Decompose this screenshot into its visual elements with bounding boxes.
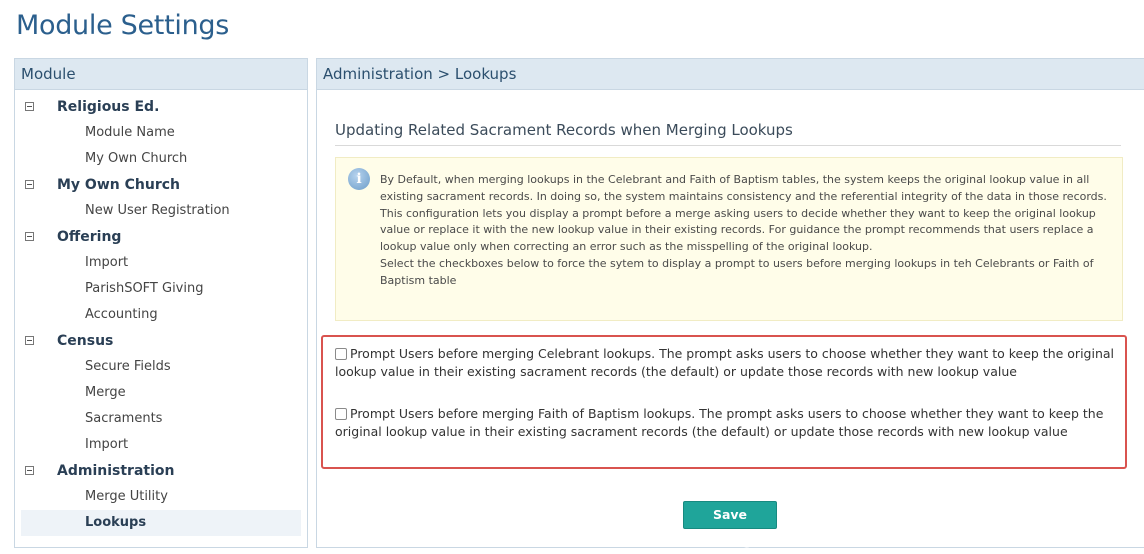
sidebar-item-census-import[interactable]: Import xyxy=(15,432,307,458)
sidebar-item-accounting[interactable]: Accounting xyxy=(15,302,307,328)
info-icon: i xyxy=(348,168,370,190)
sidebar-item-parishsoft-giving[interactable]: ParishSOFT Giving xyxy=(15,276,307,302)
save-settings-button[interactable]: Save Settings xyxy=(683,501,777,548)
divider xyxy=(335,145,1121,146)
faith-of-baptism-option[interactable]: Prompt Users before merging Faith of Bap… xyxy=(335,405,1115,441)
celebrant-checkbox[interactable] xyxy=(335,348,347,360)
sidebar-item-merge[interactable]: Merge xyxy=(15,380,307,406)
module-tree: Religious Ed. Module Name My Own Church … xyxy=(15,90,307,536)
group-administration[interactable]: Administration xyxy=(15,458,307,484)
sidebar-item-secure-fields[interactable]: Secure Fields xyxy=(15,354,307,380)
group-label: Administration xyxy=(57,463,175,479)
info-text: By Default, when merging lookups in the … xyxy=(380,172,1110,290)
group-offering[interactable]: Offering xyxy=(15,224,307,250)
sidebar-item-merge-utility[interactable]: Merge Utility xyxy=(15,484,307,510)
collapse-icon[interactable] xyxy=(25,232,34,241)
group-label: Census xyxy=(57,333,114,349)
group-census[interactable]: Census xyxy=(15,328,307,354)
collapse-icon[interactable] xyxy=(25,180,34,189)
breadcrumb: Administration > Lookups xyxy=(317,59,1144,90)
sidebar-item-my-own-church[interactable]: My Own Church xyxy=(15,146,307,172)
sidebar-item-new-user-registration[interactable]: New User Registration xyxy=(15,198,307,224)
sidebar-item-lookups[interactable]: Lookups xyxy=(21,510,301,536)
faith-of-baptism-option-label: Prompt Users before merging Faith of Bap… xyxy=(335,406,1104,439)
settings-panel: Administration > Lookups Updating Relate… xyxy=(316,58,1144,548)
page-title: Module Settings xyxy=(16,10,230,41)
celebrant-option[interactable]: Prompt Users before merging Celebrant lo… xyxy=(335,345,1115,381)
info-instruction: Select the checkboxes below to force the… xyxy=(380,256,1094,287)
collapse-icon[interactable] xyxy=(25,466,34,475)
section-title: Updating Related Sacrament Records when … xyxy=(335,121,793,139)
sidebar-item-module-name[interactable]: Module Name xyxy=(15,120,307,146)
sidebar-item-import[interactable]: Import xyxy=(15,250,307,276)
collapse-icon[interactable] xyxy=(25,336,34,345)
group-label: My Own Church xyxy=(57,177,180,193)
info-paragraph: By Default, when merging lookups in the … xyxy=(380,173,1107,254)
module-sidebar: Module Religious Ed. Module Name My Own … xyxy=(14,58,308,548)
group-religious-ed[interactable]: Religious Ed. xyxy=(15,94,307,120)
celebrant-option-label: Prompt Users before merging Celebrant lo… xyxy=(335,346,1115,379)
collapse-icon[interactable] xyxy=(25,102,34,111)
faith-of-baptism-checkbox[interactable] xyxy=(335,408,347,420)
group-label: Offering xyxy=(57,229,122,245)
group-my-own-church[interactable]: My Own Church xyxy=(15,172,307,198)
sidebar-header: Module xyxy=(15,59,307,90)
info-box: i By Default, when merging lookups in th… xyxy=(335,157,1123,321)
sidebar-item-sacraments[interactable]: Sacraments xyxy=(15,406,307,432)
group-label: Religious Ed. xyxy=(57,99,160,115)
options-highlight-box: Prompt Users before merging Celebrant lo… xyxy=(321,335,1127,469)
